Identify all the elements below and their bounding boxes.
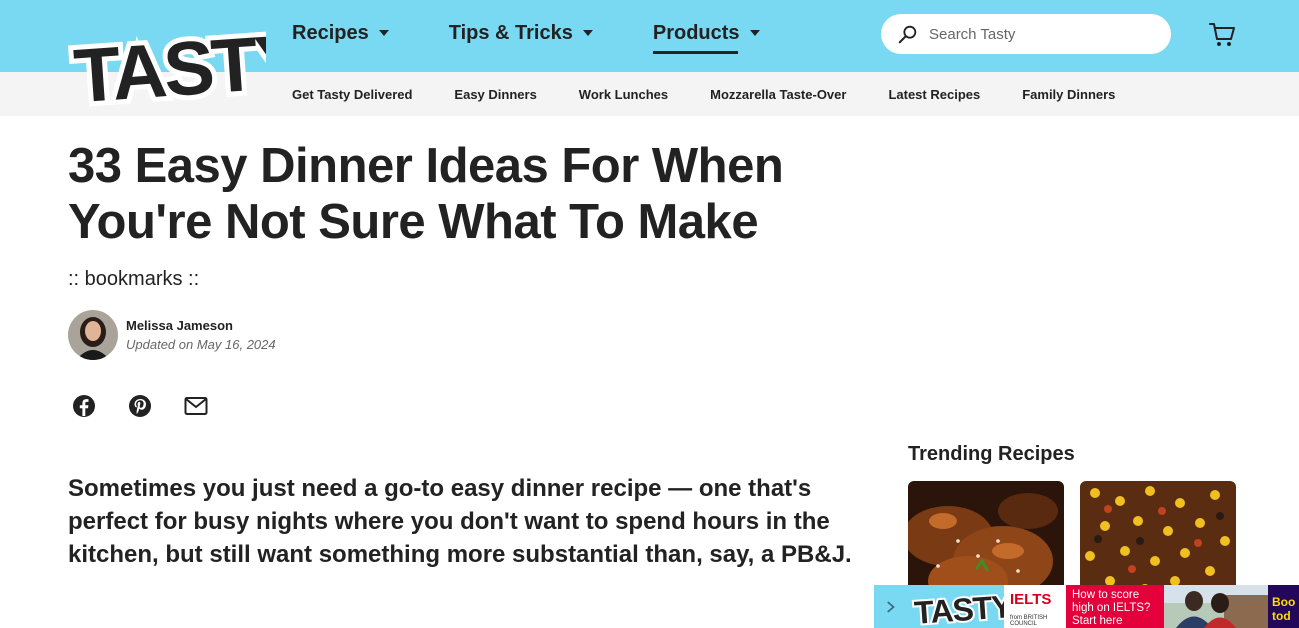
- share-bar: [72, 394, 240, 418]
- author-byline: Melissa Jameson Updated on May 16, 2024: [68, 310, 276, 360]
- subnav-work-lunches[interactable]: Work Lunches: [579, 87, 668, 102]
- bottom-ad[interactable]: TASTY IELTS from BRITISH COUNCIL How to …: [874, 585, 1299, 628]
- updated-date: Updated on May 16, 2024: [126, 337, 276, 352]
- ielts-from: from BRITISH COUNCIL: [1010, 615, 1048, 627]
- bookmarks-label: :: bookmarks ::: [68, 268, 200, 290]
- subnav-get-tasty-delivered[interactable]: Get Tasty Delivered: [292, 87, 412, 102]
- trending-card-chicken[interactable]: [908, 481, 1064, 601]
- nav-products[interactable]: Products: [652, 21, 760, 54]
- cart-icon[interactable]: [1208, 20, 1236, 48]
- chevron-down-icon: [378, 30, 389, 36]
- search-input[interactable]: [929, 25, 1149, 43]
- nav-recipes[interactable]: Recipes: [292, 22, 389, 45]
- svg-text:TASTY: TASTY: [913, 588, 1004, 628]
- ielts-logo: IELTS: [1010, 591, 1052, 608]
- svg-text:TASTY: TASTY: [71, 18, 266, 112]
- ad-cta[interactable]: Boo tod: [1268, 585, 1299, 628]
- trending-card-quinoa[interactable]: [1080, 481, 1236, 601]
- ielts-ad-brand: IELTS from BRITISH COUNCIL: [1004, 585, 1066, 628]
- search-icon: [898, 25, 917, 44]
- search-box[interactable]: [881, 14, 1171, 54]
- article-intro: Sometimes you just need a go-to easy din…: [68, 475, 852, 568]
- pinterest-icon[interactable]: [128, 394, 152, 418]
- sub-nav: Get Tasty Delivered Easy Dinners Work Lu…: [292, 72, 1157, 116]
- nav-recipes-label: Recipes: [292, 21, 369, 44]
- nav-products-label: Products: [652, 21, 740, 44]
- chevron-down-icon: [749, 30, 760, 36]
- subnav-mozzarella[interactable]: Mozzarella Taste-Over: [710, 87, 846, 102]
- email-icon[interactable]: [184, 394, 208, 418]
- trending-title: Trending Recipes: [908, 443, 1075, 465]
- ad-photo: [1164, 585, 1268, 628]
- main-nav: Recipes Tips & Tricks Products: [292, 0, 820, 66]
- tasty-ad-logo: TASTY: [908, 585, 1004, 628]
- page-title: 33 Easy Dinner Ideas For When You're Not…: [68, 139, 784, 249]
- subnav-family-dinners[interactable]: Family Dinners: [1022, 87, 1115, 102]
- nav-tips-tricks[interactable]: Tips & Tricks: [449, 22, 593, 45]
- subnav-easy-dinners[interactable]: Easy Dinners: [454, 87, 536, 102]
- ad-headline[interactable]: How to score high on IELTS? Start here: [1066, 585, 1164, 628]
- author-name[interactable]: Melissa Jameson: [126, 318, 276, 333]
- chevron-down-icon: [582, 30, 593, 36]
- subnav-latest-recipes[interactable]: Latest Recipes: [888, 87, 980, 102]
- nav-tips-label: Tips & Tricks: [448, 21, 573, 44]
- facebook-icon[interactable]: [72, 394, 96, 418]
- tasty-logo[interactable]: TASTY: [66, 8, 266, 112]
- chevron-right-icon[interactable]: [874, 585, 908, 628]
- avatar[interactable]: [68, 310, 118, 360]
